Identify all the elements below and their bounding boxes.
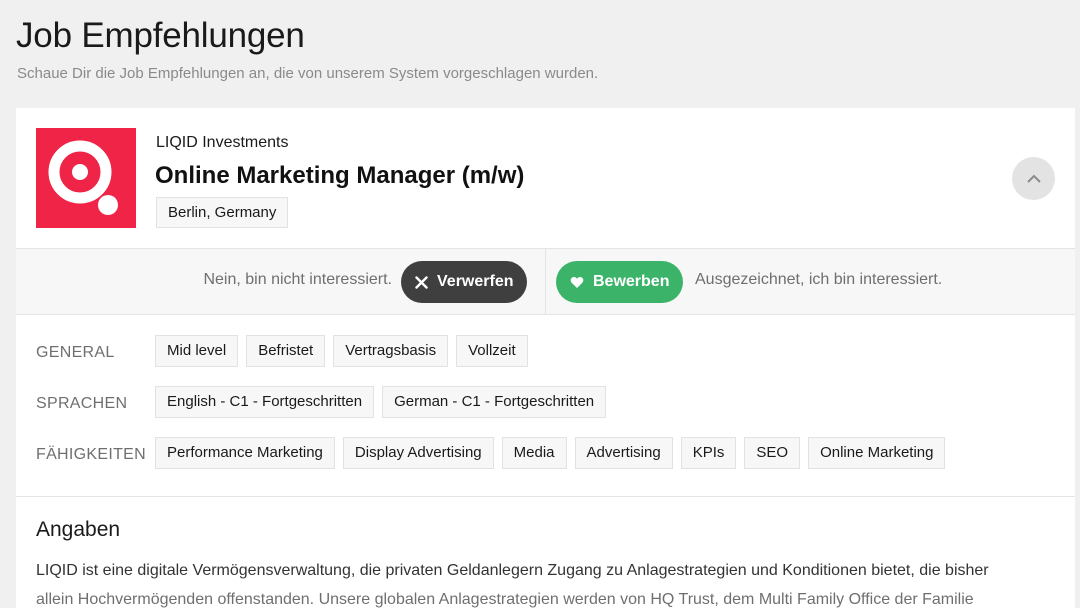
tag: English - C1 - Fortgeschritten [155, 386, 375, 418]
tag: Befristet [246, 335, 326, 367]
company-name: LIQID Investments [156, 134, 289, 151]
tag: SEO [744, 437, 801, 469]
close-icon [415, 275, 428, 289]
apply-button[interactable]: Bewerben [556, 261, 684, 303]
tag-row-languages: SPRACHEN English - C1 - Fortgeschritten … [16, 386, 1075, 419]
tag: Advertising [574, 437, 673, 469]
tag: Display Advertising [342, 437, 494, 469]
details-line: LIQID ist eine digitale Vermögensverwalt… [36, 562, 989, 579]
tag-list-general: Mid level Befristet Vertragsbasis Vollze… [155, 335, 528, 367]
tag-row-label: SPRACHEN [36, 395, 128, 412]
tag-row-general: GENERAL Mid level Befristet Vertragsbasi… [16, 335, 1075, 368]
job-title: Online Marketing Manager (m/w) [155, 162, 525, 189]
liqid-logo-icon [36, 128, 136, 228]
tag: Media [501, 437, 567, 469]
accept-hint: Ausgezeichnet, ich bin interessiert. [695, 271, 943, 288]
apply-button-label: Bewerben [593, 273, 670, 290]
tag-list-languages: English - C1 - Fortgeschritten German - … [155, 386, 607, 418]
details-title: Angaben [36, 518, 121, 541]
action-divider [545, 249, 546, 314]
tag-row-label: FÄHIGKEITEN [36, 446, 146, 463]
heart-icon [570, 276, 584, 288]
job-card-header: LIQID Investments Online Marketing Manag… [16, 108, 1075, 249]
tag: Vollzeit [456, 335, 528, 367]
action-bar: Nein, bin nicht interessiert. Verwerfen … [16, 249, 1075, 315]
tag: Mid level [155, 335, 239, 367]
tag-row-skills: FÄHIGKEITEN Performance Marketing Displa… [16, 437, 1075, 470]
reject-hint: Nein, bin nicht interessiert. [203, 271, 392, 288]
reject-button-label: Verwerfen [437, 273, 514, 290]
reject-button[interactable]: Verwerfen [401, 261, 528, 303]
tag: German - C1 - Fortgeschritten [382, 386, 607, 418]
chevron-up-icon [1026, 174, 1041, 183]
page-subtitle: Schaue Dir die Job Empfehlungen an, die … [17, 65, 599, 82]
collapse-button[interactable] [1012, 157, 1055, 200]
tag: KPIs [680, 437, 737, 469]
tag-list-skills: Performance Marketing Display Advertisin… [155, 437, 946, 469]
tag-row-label: GENERAL [36, 344, 115, 361]
page-title: Job Empfehlungen [16, 16, 305, 55]
job-card: LIQID Investments Online Marketing Manag… [16, 108, 1075, 608]
tag: Performance Marketing [155, 437, 335, 469]
tag-section: GENERAL Mid level Befristet Vertragsbasi… [16, 315, 1075, 497]
details-text: LIQID ist eine digitale Vermögensverwalt… [36, 556, 1066, 608]
tag: Vertragsbasis [333, 335, 449, 367]
details-line: allein Hochvermögenden offenstanden. Uns… [36, 591, 974, 608]
location-tag: Berlin, Germany [156, 197, 289, 228]
tag: Online Marketing [808, 437, 946, 469]
